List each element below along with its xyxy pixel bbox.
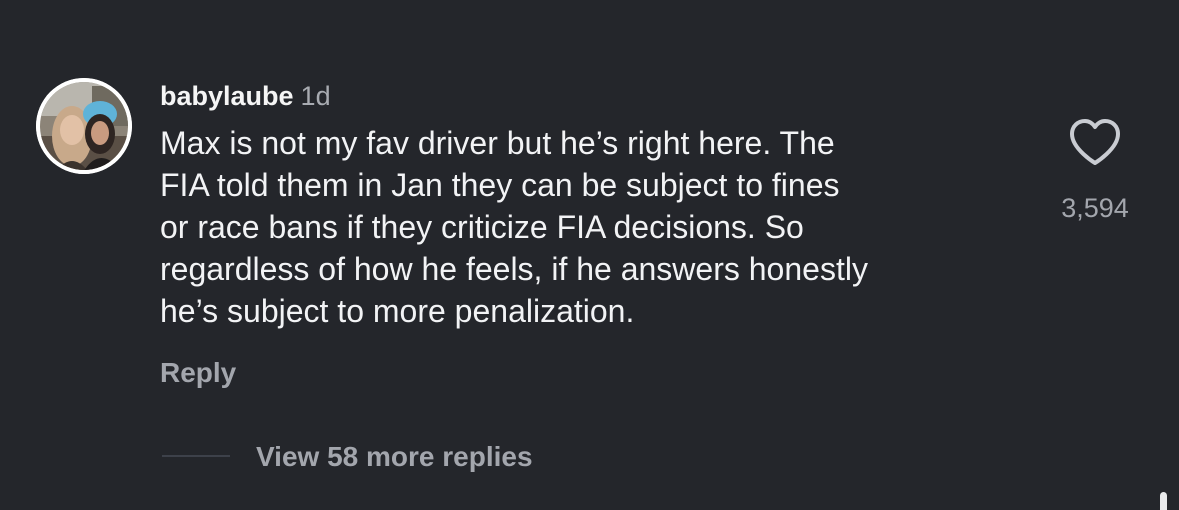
timestamp: 1d <box>300 81 331 111</box>
reply-button[interactable]: Reply <box>160 353 236 393</box>
profile-photo <box>36 78 132 174</box>
comment-text: Max is not my fav driver but he’s right … <box>160 122 1020 332</box>
like-count: 3,594 <box>1061 193 1129 223</box>
comment-text-line: regardless of how he feels, if he answer… <box>160 251 868 287</box>
username[interactable]: babylaube <box>160 81 294 111</box>
comment-text-line: Max is not my fav driver but he’s right … <box>160 125 835 161</box>
comment-text-line: he’s subject to more penalization. <box>160 293 635 329</box>
comment-text-line: or race bans if they criticize FIA decis… <box>160 209 804 245</box>
scrollbar[interactable] <box>1160 492 1167 510</box>
view-more-replies-button[interactable]: View 58 more replies <box>256 437 533 477</box>
avatar[interactable] <box>36 78 132 174</box>
comment: babylaube 1d Max is not my fav driver but… <box>160 78 1020 332</box>
comment-text-line: FIA told them in Jan they can be subject… <box>160 167 840 203</box>
heart-outline-icon <box>1070 119 1120 165</box>
replies-divider <box>162 455 230 457</box>
comment-meta: babylaube 1d <box>160 78 1020 114</box>
comment-thread: babylaube 1d Max is not my fav driver but… <box>0 0 1179 510</box>
like-button[interactable] <box>1066 116 1124 170</box>
